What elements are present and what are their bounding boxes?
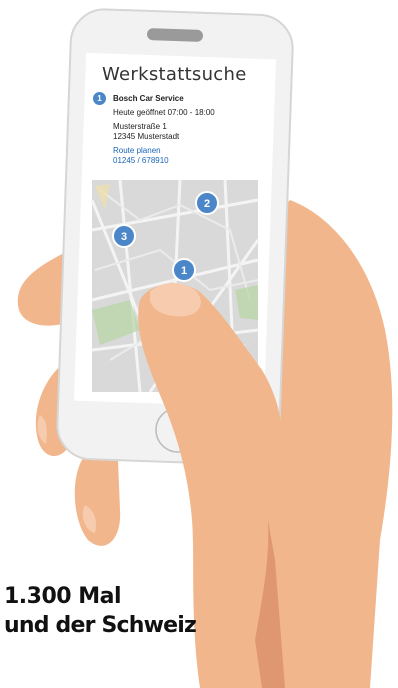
marker-3-label: 3: [121, 231, 127, 243]
result-street: Musterstraße 1: [113, 122, 167, 131]
finger-left-low: [74, 455, 121, 546]
phone-speaker: [147, 28, 203, 42]
result-index-badge: 1: [93, 92, 106, 105]
marker-1-label: 1: [181, 265, 187, 277]
result-name[interactable]: Bosch Car Service: [113, 94, 184, 103]
caption-line-2: und der Schweiz: [4, 613, 197, 638]
app-title: Werkstattsuche: [102, 64, 247, 85]
phone-link[interactable]: 01245 / 678910: [113, 156, 169, 165]
marker-2-label: 2: [204, 198, 210, 210]
caption-line-1: 1.300 Mal: [4, 584, 122, 609]
result-city: 12345 Musterstadt: [113, 132, 180, 141]
map-marker-2[interactable]: 2: [195, 191, 219, 215]
map-marker-1[interactable]: 1: [172, 258, 196, 282]
route-link[interactable]: Route planen: [113, 146, 161, 155]
map-marker-3[interactable]: 3: [112, 224, 136, 248]
result-hours: Heute geöffnet 07:00 - 18:00: [113, 108, 215, 117]
